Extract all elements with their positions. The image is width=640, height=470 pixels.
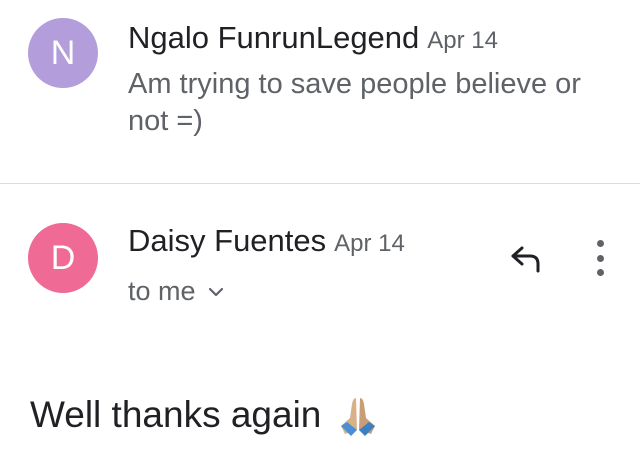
avatar[interactable]: D [28,223,98,293]
message-date: Apr 14 [427,27,498,54]
message-body: Well thanks again [30,392,381,438]
divider [0,183,640,184]
avatar: N [28,18,98,88]
message-snippet: Am trying to save people believe or not … [128,68,581,137]
sender-name: Daisy Fuentes [128,223,327,258]
message-body-text: Well thanks again [30,394,322,435]
more-vert-icon[interactable] [588,240,612,276]
sender-row: Ngalo FunrunLegend Apr 14 [128,20,498,56]
dot [596,269,604,276]
sender-name: Ngalo FunrunLegend [128,20,420,55]
chevron-down-icon [208,287,224,297]
recipient-details-toggle[interactable]: to me [128,276,224,307]
recipient-label: to me [128,276,196,306]
sender-row: Daisy Fuentes Apr 14 [128,223,405,259]
message-date: Apr 14 [334,230,405,257]
folded-hands-emoji-icon [341,398,376,436]
dot [596,240,604,247]
reply-icon[interactable] [508,244,544,274]
dot [596,254,604,262]
